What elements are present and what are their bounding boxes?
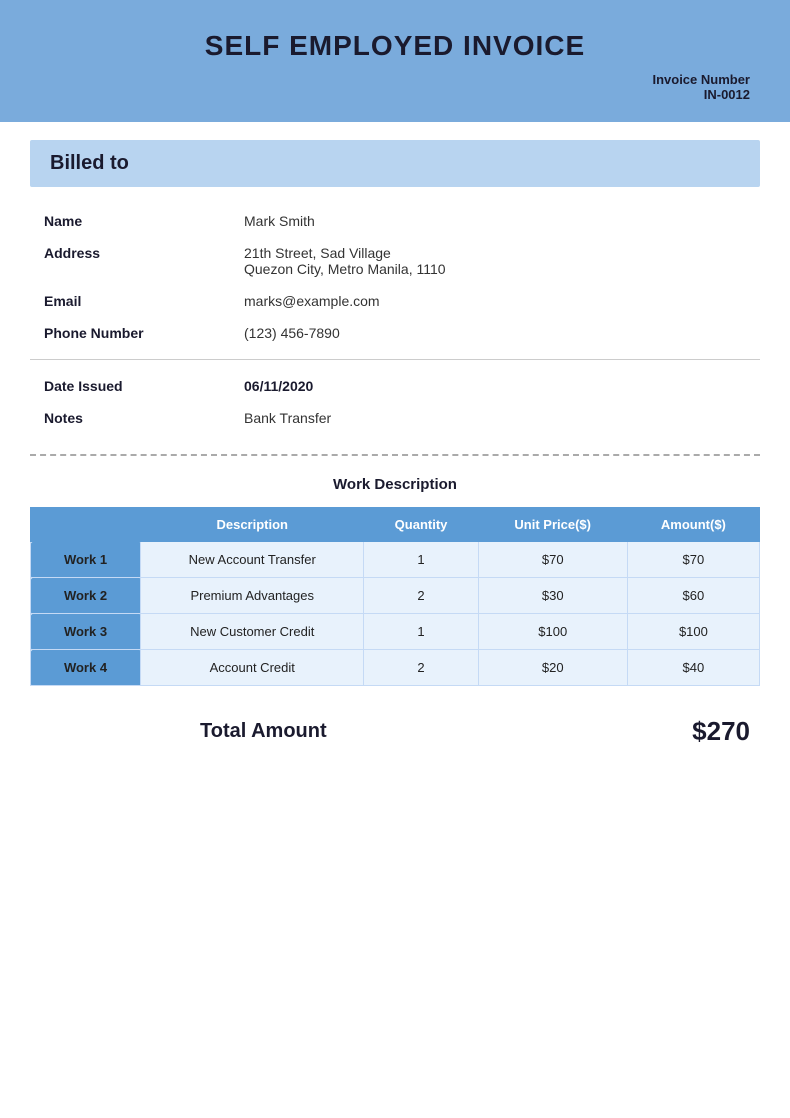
date-row: Date Issued 06/11/2020 (30, 370, 760, 402)
work-table: Description Quantity Unit Price($) Amoun… (30, 507, 760, 686)
name-value: Mark Smith (230, 205, 760, 237)
table-header-row: Description Quantity Unit Price($) Amoun… (31, 508, 760, 542)
name-row: Name Mark Smith (30, 205, 760, 237)
work-quantity: 1 (364, 614, 478, 650)
address-line2: Quezon City, Metro Manila, 1110 (244, 261, 446, 277)
work-unit-price: $100 (478, 614, 627, 650)
address-label: Address (30, 237, 230, 285)
billed-to-section: Billed to Name Mark Smith Address 21th S… (0, 140, 790, 434)
work-label: Work 1 (31, 542, 141, 578)
date-value: 06/11/2020 (230, 370, 760, 402)
work-description: New Account Transfer (141, 542, 364, 578)
table-row: Work 3 New Customer Credit 1 $100 $100 (31, 614, 760, 650)
work-label: Work 2 (31, 578, 141, 614)
notes-row: Notes Bank Transfer (30, 402, 760, 434)
address-row: Address 21th Street, Sad Village Quezon … (30, 237, 760, 285)
work-quantity: 2 (364, 650, 478, 686)
work-amount: $70 (627, 542, 759, 578)
invoice-number-block: Invoice Number IN-0012 (40, 72, 750, 102)
col-quantity-header: Quantity (364, 508, 478, 542)
phone-label: Phone Number (30, 317, 230, 349)
phone-row: Phone Number (123) 456-7890 (30, 317, 760, 349)
notes-value: Bank Transfer (230, 402, 760, 434)
col-unit-price-header: Unit Price($) (478, 508, 627, 542)
work-amount: $40 (627, 650, 759, 686)
work-description: Account Credit (141, 650, 364, 686)
work-amount: $100 (627, 614, 759, 650)
email-label: Email (30, 285, 230, 317)
billed-to-header: Billed to (30, 140, 760, 187)
header-spacer (0, 122, 790, 140)
email-row: Email marks@example.com (30, 285, 760, 317)
address-value: 21th Street, Sad Village Quezon City, Me… (230, 237, 760, 285)
total-value: $270 (692, 716, 750, 747)
invoice-number-label: Invoice Number (40, 72, 750, 87)
work-unit-price: $70 (478, 542, 627, 578)
work-unit-price: $30 (478, 578, 627, 614)
table-row: Work 1 New Account Transfer 1 $70 $70 (31, 542, 760, 578)
invoice-number-value: IN-0012 (40, 87, 750, 102)
work-description-section: Work Description Description Quantity Un… (0, 476, 790, 686)
page: SELF EMPLOYED INVOICE Invoice Number IN-… (0, 0, 790, 1118)
section-divider (30, 454, 760, 456)
invoice-title: SELF EMPLOYED INVOICE (40, 30, 750, 62)
total-row: Total Amount $270 (0, 696, 790, 767)
work-amount: $60 (627, 578, 759, 614)
col-empty (31, 508, 141, 542)
table-row: Work 2 Premium Advantages 2 $30 $60 (31, 578, 760, 614)
billed-to-table: Name Mark Smith Address 21th Street, Sad… (30, 205, 760, 349)
invoice-header: SELF EMPLOYED INVOICE Invoice Number IN-… (0, 0, 790, 122)
work-label: Work 4 (31, 650, 141, 686)
notes-label: Notes (30, 402, 230, 434)
work-unit-price: $20 (478, 650, 627, 686)
date-label: Date Issued (30, 370, 230, 402)
date-notes-table: Date Issued 06/11/2020 Notes Bank Transf… (30, 370, 760, 434)
col-description-header: Description (141, 508, 364, 542)
work-description: New Customer Credit (141, 614, 364, 650)
name-label: Name (30, 205, 230, 237)
info-divider (30, 359, 760, 360)
work-description: Premium Advantages (141, 578, 364, 614)
col-amount-header: Amount($) (627, 508, 759, 542)
phone-value: (123) 456-7890 (230, 317, 760, 349)
work-label: Work 3 (31, 614, 141, 650)
email-value: marks@example.com (230, 285, 760, 317)
work-desc-title: Work Description (30, 476, 760, 493)
address-line1: 21th Street, Sad Village (244, 245, 391, 261)
table-row: Work 4 Account Credit 2 $20 $40 (31, 650, 760, 686)
work-quantity: 2 (364, 578, 478, 614)
work-quantity: 1 (364, 542, 478, 578)
total-label: Total Amount (200, 720, 327, 743)
